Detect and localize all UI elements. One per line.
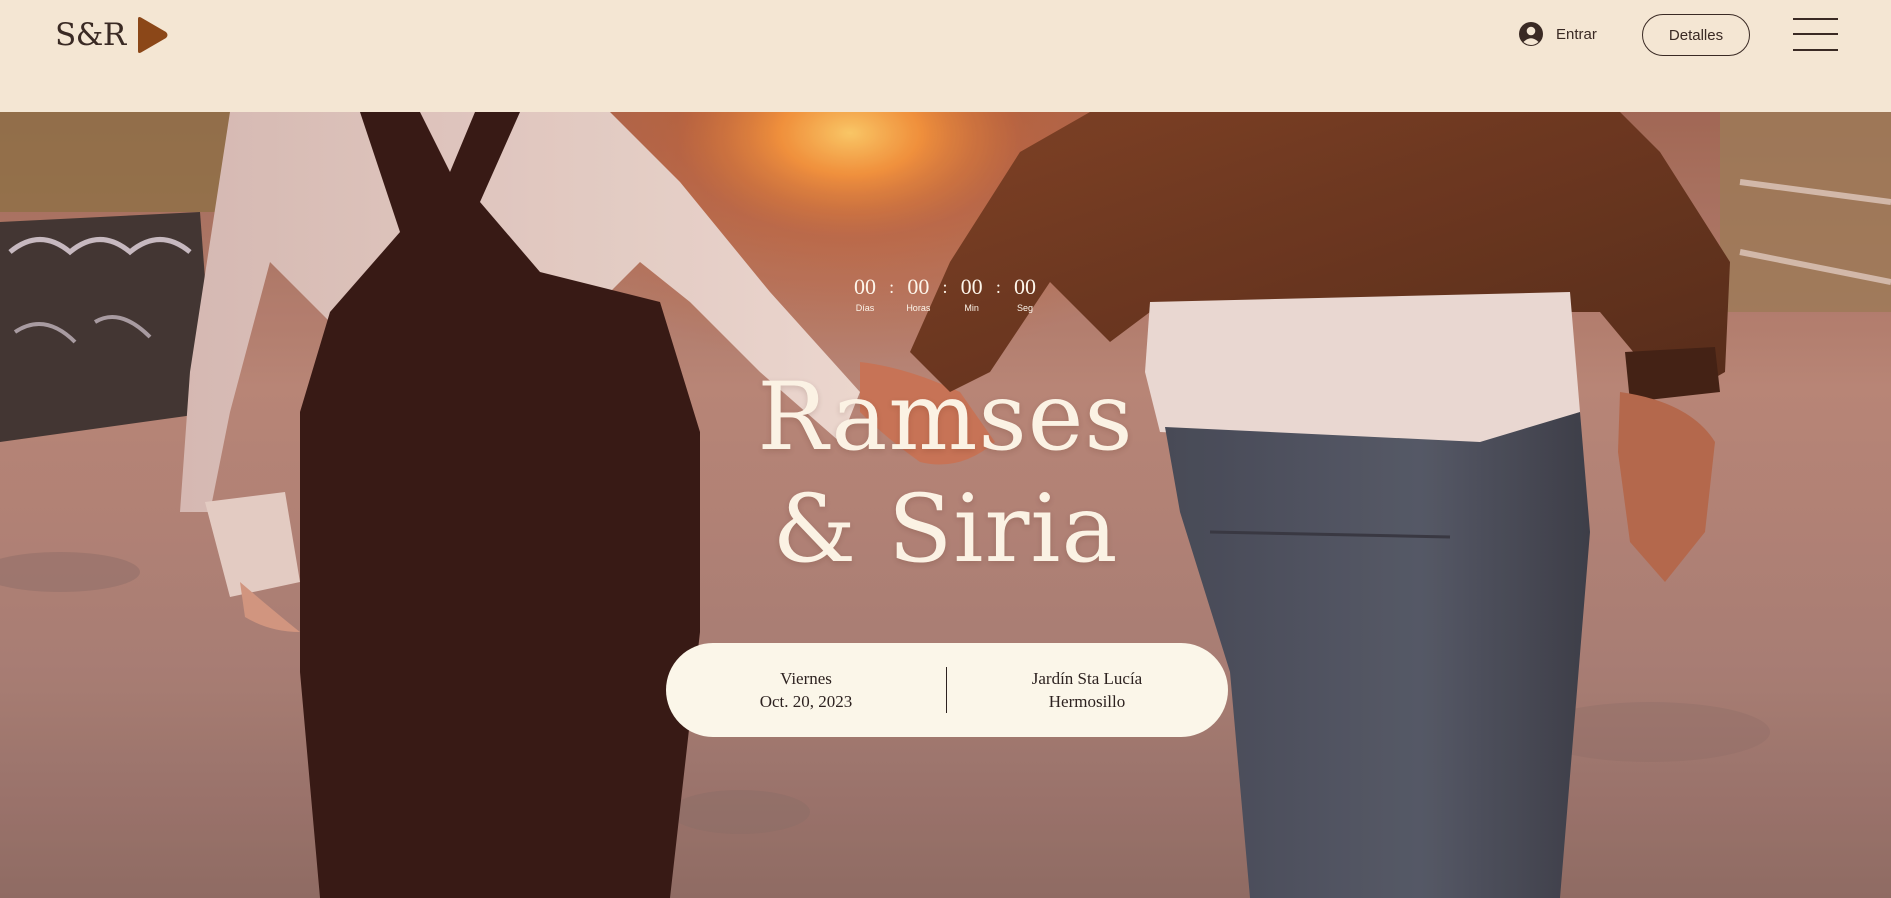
event-city: Hermosillo [1048, 692, 1126, 711]
countdown-seconds-label: Seg [1016, 303, 1033, 313]
countdown-seconds: 00 Seg [1005, 274, 1045, 314]
event-date: Viernes Oct. 20, 2023 [666, 667, 946, 713]
logo-text: S&R [55, 17, 126, 53]
countdown-days: 00 Días [845, 274, 885, 314]
menu-line [1793, 18, 1838, 20]
countdown-separator: : [995, 277, 1001, 297]
countdown-minutes-value: 00 [960, 274, 983, 299]
title-line-1: Ramses [757, 363, 1134, 472]
title-line-2: & Siria [772, 475, 1119, 584]
couple-names-title: Ramses & Siria [0, 362, 1891, 586]
hamburger-menu-icon[interactable] [1793, 16, 1838, 54]
login-label: Entrar [1556, 25, 1597, 43]
event-location: Jardín Sta Lucía Hermosillo [947, 667, 1227, 713]
user-avatar-icon [1519, 22, 1543, 46]
countdown-separator: : [942, 277, 948, 297]
countdown-seconds-value: 00 [1013, 274, 1036, 299]
play-triangle-icon [137, 17, 168, 53]
countdown-minutes: 00 Min [952, 274, 992, 314]
login-button[interactable]: Entrar [1518, 21, 1597, 47]
menu-line [1793, 33, 1838, 35]
event-day: Viernes [780, 669, 832, 688]
countdown-hours-label: Horas [906, 303, 931, 313]
countdown-timer: 00 Días : 00 Horas : 00 Min : 00 Seg [845, 274, 1045, 314]
site-logo[interactable]: S&R [55, 15, 170, 55]
countdown-minutes-label: Min [964, 303, 979, 313]
event-date-text: Oct. 20, 2023 [759, 692, 853, 711]
countdown-separator: : [889, 277, 895, 297]
menu-line [1793, 49, 1838, 51]
event-venue: Jardín Sta Lucía [1031, 669, 1143, 688]
hero-section: 00 Días : 00 Horas : 00 Min : 00 Seg Ram… [0, 112, 1891, 898]
countdown-hours-value: 00 [907, 274, 930, 299]
site-header: S&R Entrar Detalles [0, 0, 1891, 112]
event-info-card: Viernes Oct. 20, 2023 Jardín Sta Lucía H… [666, 643, 1228, 737]
details-button[interactable]: Detalles [1642, 14, 1750, 56]
countdown-days-label: Días [855, 303, 875, 313]
countdown-hours: 00 Horas [898, 274, 938, 314]
countdown-days-value: 00 [854, 274, 876, 299]
